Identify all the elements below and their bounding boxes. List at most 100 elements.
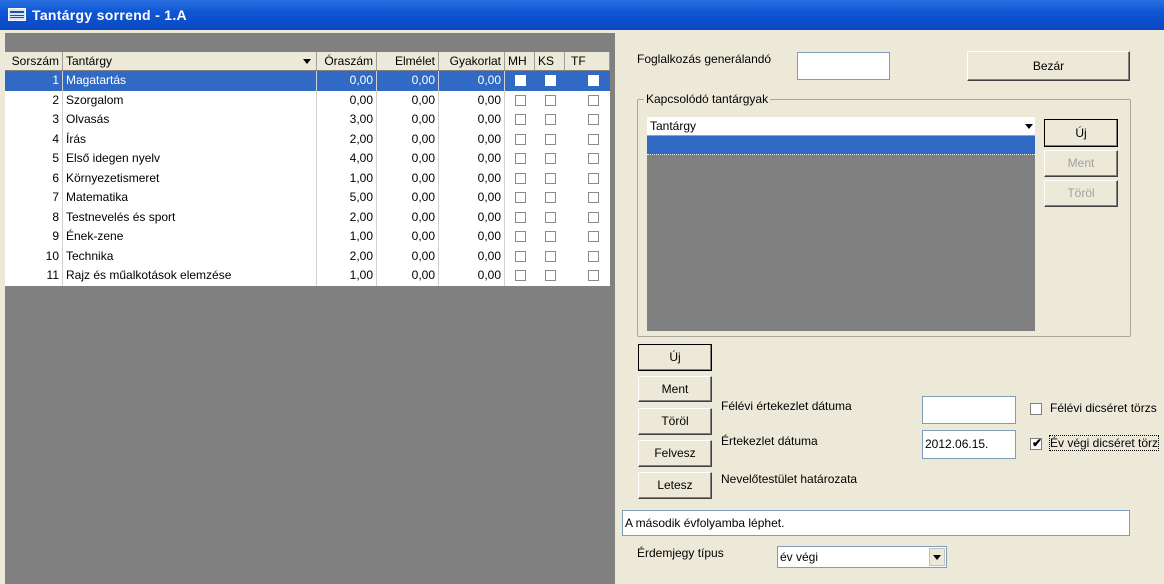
col-header-tantargy[interactable]: Tantárgy: [63, 52, 317, 70]
cell-gyakorlat[interactable]: 0,00: [439, 168, 505, 188]
cell-elmelet[interactable]: 0,00: [377, 71, 439, 91]
cell-gyakorlat[interactable]: 0,00: [439, 71, 505, 91]
cell-sorszam[interactable]: 5: [5, 149, 63, 169]
erdemjegy-select[interactable]: év végi: [777, 546, 947, 568]
cell-oraszam[interactable]: 1,00: [317, 227, 377, 247]
letesz-button[interactable]: Letesz: [638, 472, 712, 499]
cell-tantargy[interactable]: Technika: [63, 246, 317, 266]
checkbox-tf[interactable]: [588, 250, 599, 262]
checkbox-ks[interactable]: [545, 172, 556, 184]
cell-oraszam[interactable]: 1,00: [317, 266, 377, 286]
kapcsolodo-col-tantargy[interactable]: Tantárgy: [650, 119, 696, 133]
checkbox-mh[interactable]: [515, 114, 526, 125]
new-button[interactable]: Új: [638, 344, 712, 371]
table-row[interactable]: 7 Matematika 5,00 0,00 0,00: [5, 188, 610, 208]
cell-oraszam[interactable]: 4,00: [317, 149, 377, 169]
col-header-mh[interactable]: MH: [505, 52, 535, 70]
checkbox-mh[interactable]: [515, 270, 526, 281]
cell-tantargy[interactable]: Szorgalom: [63, 90, 317, 110]
checkbox-mh[interactable]: [515, 231, 526, 242]
checkbox-ks[interactable]: [545, 94, 556, 106]
cell-elmelet[interactable]: 0,00: [377, 110, 439, 130]
cell-tantargy[interactable]: Matematika: [63, 188, 317, 208]
checkbox-ks[interactable]: [545, 270, 556, 281]
chevron-down-icon[interactable]: [1025, 124, 1033, 129]
checkbox-ks[interactable]: [545, 231, 556, 242]
cell-elmelet[interactable]: 0,00: [377, 207, 439, 227]
table-row[interactable]: 6 Környezetismeret 1,00 0,00 0,00: [5, 168, 610, 188]
checkbox-tf[interactable]: [588, 133, 599, 145]
cell-elmelet[interactable]: 0,00: [377, 90, 439, 110]
col-header-sorszam[interactable]: Sorszám: [5, 52, 63, 70]
cell-gyakorlat[interactable]: 0,00: [439, 188, 505, 208]
close-button[interactable]: Bezár: [967, 51, 1130, 81]
save-button[interactable]: Ment: [638, 376, 712, 402]
checkbox-tf[interactable]: [588, 75, 599, 86]
cell-sorszam[interactable]: 7: [5, 188, 63, 208]
cell-elmelet[interactable]: 0,00: [377, 227, 439, 247]
cell-oraszam[interactable]: 0,00: [317, 71, 377, 91]
subject-grid[interactable]: Sorszám Tantárgy Óraszám Elmélet Gyakorl…: [5, 33, 615, 584]
checkbox-mh[interactable]: [515, 94, 526, 106]
cell-oraszam[interactable]: 2,00: [317, 246, 377, 266]
cell-sorszam[interactable]: 11: [5, 266, 63, 286]
cell-gyakorlat[interactable]: 0,00: [439, 110, 505, 130]
cell-sorszam[interactable]: 10: [5, 246, 63, 266]
kapcsolodo-delete-button[interactable]: Töröl: [1044, 180, 1118, 207]
cell-elmelet[interactable]: 0,00: [377, 266, 439, 286]
foglalkozas-input[interactable]: [797, 52, 890, 80]
kapcsolodo-new-button[interactable]: Új: [1044, 119, 1118, 147]
kapcsolodo-selected-row[interactable]: [647, 136, 1035, 155]
cell-tantargy[interactable]: Rajz és műalkotások elemzése: [63, 266, 317, 286]
cell-oraszam[interactable]: 5,00: [317, 188, 377, 208]
col-header-ks[interactable]: KS: [535, 52, 565, 70]
cell-gyakorlat[interactable]: 0,00: [439, 207, 505, 227]
cell-sorszam[interactable]: 6: [5, 168, 63, 188]
cell-gyakorlat[interactable]: 0,00: [439, 149, 505, 169]
cell-elmelet[interactable]: 0,00: [377, 168, 439, 188]
chevron-down-icon[interactable]: [303, 59, 311, 64]
checkbox-tf[interactable]: [588, 94, 599, 106]
cell-oraszam[interactable]: 2,00: [317, 207, 377, 227]
cell-gyakorlat[interactable]: 0,00: [439, 227, 505, 247]
col-header-gyakorlat[interactable]: Gyakorlat: [439, 52, 505, 70]
felevi-ertekezlet-input[interactable]: [922, 396, 1016, 424]
cell-tantargy[interactable]: Olvasás: [63, 110, 317, 130]
table-row[interactable]: 3 Olvasás 3,00 0,00 0,00: [5, 110, 610, 130]
checkbox-mh[interactable]: [515, 153, 526, 164]
cell-tantargy[interactable]: Írás: [63, 129, 317, 149]
cell-sorszam[interactable]: 9: [5, 227, 63, 247]
table-row[interactable]: 9 Ének-zene 1,00 0,00 0,00: [5, 227, 610, 247]
col-header-oraszam[interactable]: Óraszám: [317, 52, 377, 70]
cell-gyakorlat[interactable]: 0,00: [439, 266, 505, 286]
cell-elmelet[interactable]: 0,00: [377, 246, 439, 266]
cell-oraszam[interactable]: 0,00: [317, 90, 377, 110]
checkbox-mh[interactable]: [515, 192, 526, 203]
checkbox-ks[interactable]: [545, 75, 556, 86]
kapcsolodo-grid[interactable]: Tantárgy: [647, 117, 1035, 331]
col-header-tf[interactable]: TF: [565, 52, 610, 70]
table-row[interactable]: 10 Technika 2,00 0,00 0,00: [5, 246, 610, 266]
cell-tantargy[interactable]: Környezetismeret: [63, 168, 317, 188]
checkbox-mh[interactable]: [515, 133, 526, 145]
cell-elmelet[interactable]: 0,00: [377, 149, 439, 169]
cell-oraszam[interactable]: 2,00: [317, 129, 377, 149]
checkbox-mh[interactable]: [515, 211, 526, 223]
delete-button[interactable]: Töröl: [638, 408, 712, 435]
checkbox-ks[interactable]: [545, 133, 556, 145]
checkbox-tf[interactable]: [588, 270, 599, 281]
cell-tantargy[interactable]: Magatartás: [63, 71, 317, 91]
cell-gyakorlat[interactable]: 0,00: [439, 129, 505, 149]
cell-sorszam[interactable]: 3: [5, 110, 63, 130]
felvesz-button[interactable]: Felvesz: [638, 440, 712, 467]
checkbox-tf[interactable]: [588, 114, 599, 125]
cell-oraszam[interactable]: 3,00: [317, 110, 377, 130]
checkbox-mh[interactable]: [515, 250, 526, 262]
window-titlebar[interactable]: Tantárgy sorrend - 1.A: [0, 0, 1164, 30]
cell-sorszam[interactable]: 4: [5, 129, 63, 149]
cell-sorszam[interactable]: 1: [5, 71, 63, 91]
kapcsolodo-save-button[interactable]: Ment: [1044, 150, 1118, 177]
cell-tantargy[interactable]: Ének-zene: [63, 227, 317, 247]
cell-elmelet[interactable]: 0,00: [377, 188, 439, 208]
checkbox-ks[interactable]: [545, 114, 556, 125]
